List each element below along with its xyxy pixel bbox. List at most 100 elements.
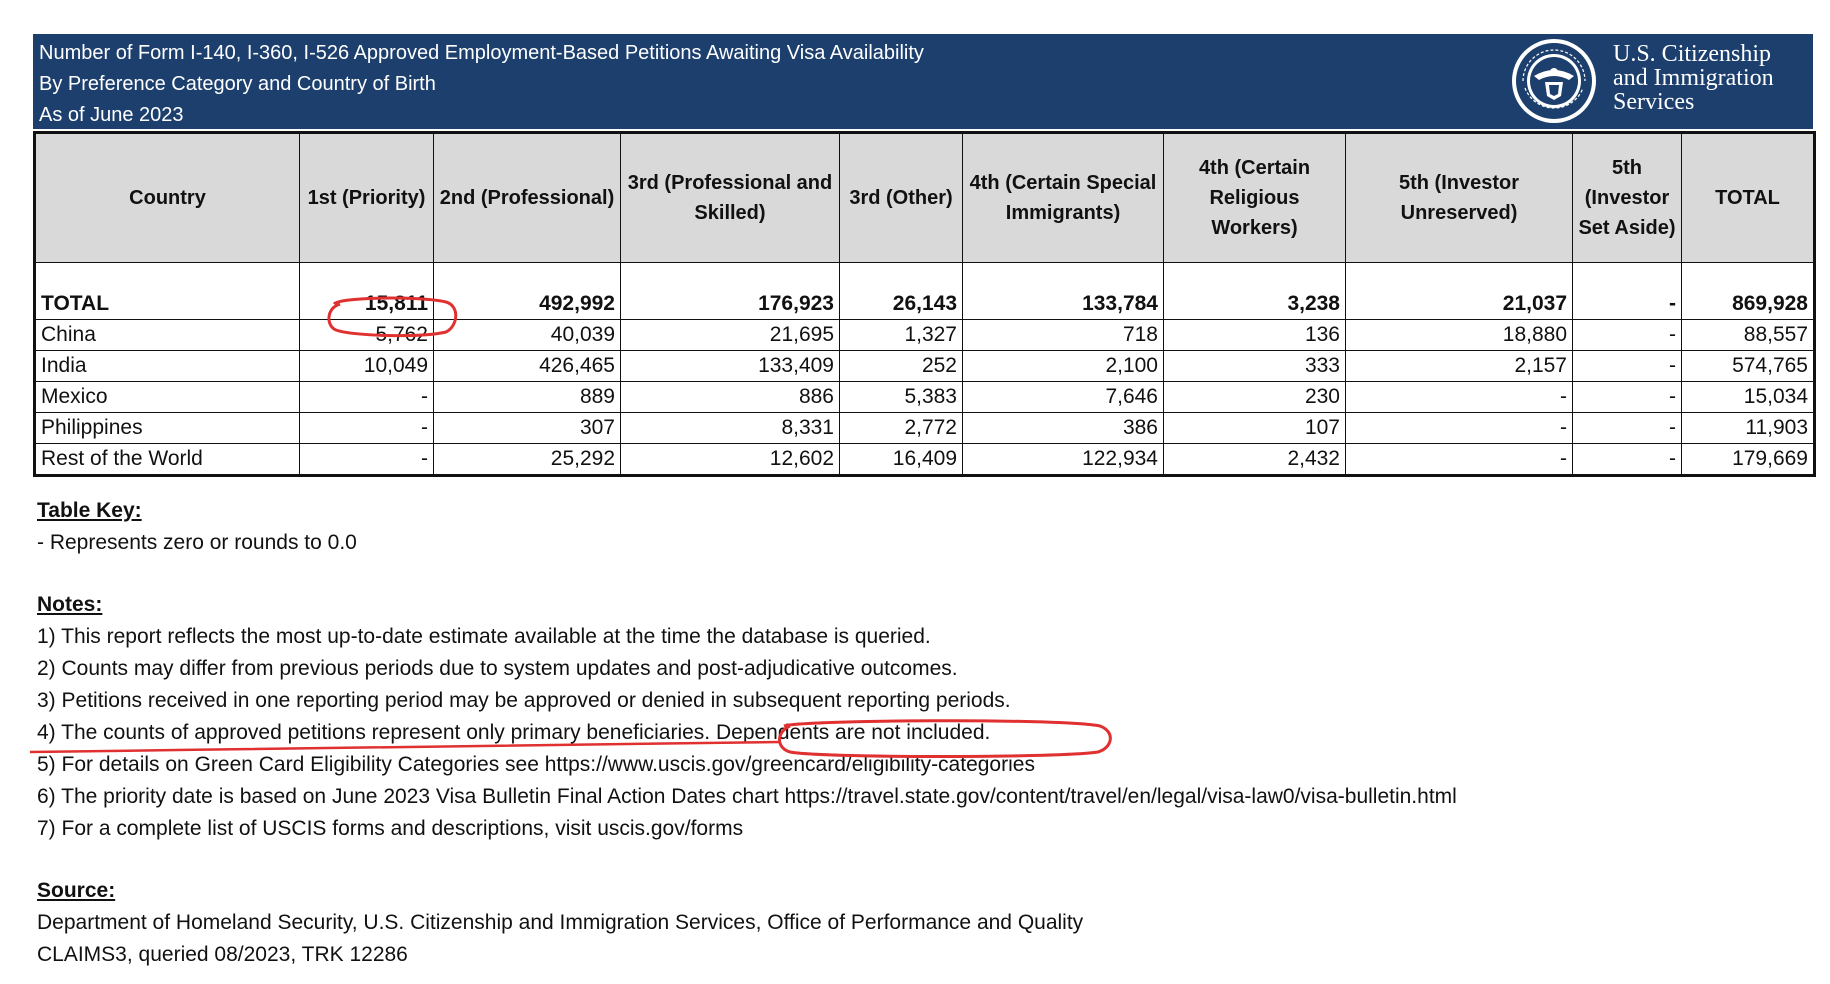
col-header-4th-special-immigrants: 4th (Certain Special Immigrants) xyxy=(962,132,1164,263)
agency-line-3: Services xyxy=(1613,89,1695,115)
table-cell: 574,765 xyxy=(1681,350,1815,382)
document-page: Number of Form I-140, I-360, I-526 Appro… xyxy=(0,0,1830,984)
note-item: 6) The priority date is based on June 20… xyxy=(37,785,1457,808)
dhs-seal-icon xyxy=(1512,39,1596,123)
table-cell: 25,292 xyxy=(433,443,621,476)
table-cell: 133,784 xyxy=(962,262,1164,320)
table-cell: - xyxy=(1572,412,1682,444)
table-cell: 426,465 xyxy=(433,350,621,382)
table-cell: - xyxy=(1345,443,1573,476)
table-cell: 889 xyxy=(433,381,621,413)
footnotes-section: Table Key: - Represents zero or rounds t… xyxy=(37,495,1457,971)
table-cell: 2,100 xyxy=(962,350,1164,382)
table-cell: 3,238 xyxy=(1163,262,1346,320)
report-date: As of June 2023 xyxy=(39,104,184,126)
table-cell: 886 xyxy=(620,381,840,413)
table-cell: 26,143 xyxy=(839,262,963,320)
table-cell: 10,049 xyxy=(299,350,434,382)
table-cell: TOTAL xyxy=(34,262,300,320)
col-header-4th-religious-workers: 4th (Certain Religious Workers) xyxy=(1163,132,1346,263)
table-cell: 15,811 xyxy=(299,262,434,320)
source-line: CLAIMS3, queried 08/2023, TRK 12286 xyxy=(37,943,408,966)
note-item: 7) For a complete list of USCIS forms an… xyxy=(37,817,744,840)
table-cell: Mexico xyxy=(34,381,300,413)
source-line: Department of Homeland Security, U.S. Ci… xyxy=(37,911,1084,934)
table-cell: 11,903 xyxy=(1681,412,1815,444)
source-heading: Source: xyxy=(37,879,116,902)
agency-line-2: and Immigration xyxy=(1613,65,1774,91)
table-cell: 869,928 xyxy=(1681,262,1815,320)
table-row-total: TOTAL 15,811 492,992 176,923 26,143 133,… xyxy=(34,262,1815,320)
col-header-total: TOTAL xyxy=(1681,132,1815,263)
table-cell: 333 xyxy=(1163,350,1346,382)
table-cell: 718 xyxy=(962,319,1164,351)
petitions-table-container: Country 1st (Priority) 2nd (Professional… xyxy=(33,131,1816,477)
report-subtitle: By Preference Category and Country of Bi… xyxy=(39,73,436,95)
col-header-2nd-professional: 2nd (Professional) xyxy=(433,132,621,263)
table-cell: 122,934 xyxy=(962,443,1164,476)
table-cell: 18,880 xyxy=(1345,319,1573,351)
table-cell: 21,037 xyxy=(1345,262,1573,320)
table-cell: - xyxy=(299,412,434,444)
table-cell: 2,432 xyxy=(1163,443,1346,476)
table-cell: 2,157 xyxy=(1345,350,1573,382)
note-item-highlighted: 4) The counts of approved petitions repr… xyxy=(37,721,991,744)
table-cell: 252 xyxy=(839,350,963,382)
table-cell: - xyxy=(1345,381,1573,413)
note-item: 5) For details on Green Card Eligibility… xyxy=(37,753,1035,776)
table-cell: 307 xyxy=(433,412,621,444)
report-titles: Number of Form I-140, I-360, I-526 Appro… xyxy=(39,38,924,131)
table-cell: - xyxy=(299,381,434,413)
table-row-mexico: Mexico - 889 886 5,383 7,646 230 - - 15,… xyxy=(34,381,1815,413)
table-cell: 492,992 xyxy=(433,262,621,320)
table-cell: - xyxy=(1572,350,1682,382)
col-header-1st-priority: 1st (Priority) xyxy=(299,132,434,263)
table-cell: 40,039 xyxy=(433,319,621,351)
table-cell: 133,409 xyxy=(620,350,840,382)
table-cell: - xyxy=(299,443,434,476)
table-cell: India xyxy=(34,350,300,382)
table-cell: 1,327 xyxy=(839,319,963,351)
table-cell: 15,034 xyxy=(1681,381,1815,413)
table-cell: 16,409 xyxy=(839,443,963,476)
table-cell: 12,602 xyxy=(620,443,840,476)
table-cell: China xyxy=(34,319,300,351)
table-cell: 107 xyxy=(1163,412,1346,444)
table-cell: 176,923 xyxy=(620,262,840,320)
table-cell: - xyxy=(1345,412,1573,444)
table-cell: 21,695 xyxy=(620,319,840,351)
table-cell: Philippines xyxy=(34,412,300,444)
table-cell: 179,669 xyxy=(1681,443,1815,476)
report-header-banner: Number of Form I-140, I-360, I-526 Appro… xyxy=(33,34,1813,129)
petitions-table: Country 1st (Priority) 2nd (Professional… xyxy=(33,131,1816,477)
col-header-5th-investor-unreserved: 5th (Investor Unreserved) xyxy=(1345,132,1573,263)
col-header-country: Country xyxy=(34,132,300,263)
table-row-india: India 10,049 426,465 133,409 252 2,100 3… xyxy=(34,350,1815,382)
table-cell: - xyxy=(1572,262,1682,320)
col-header-3rd-other: 3rd (Other) xyxy=(839,132,963,263)
table-cell: 7,646 xyxy=(962,381,1164,413)
note-item: 3) Petitions received in one reporting p… xyxy=(37,689,1011,712)
table-cell: 5,383 xyxy=(839,381,963,413)
agency-name: U.S. Citizenship and Immigration Service… xyxy=(1613,42,1774,114)
note-item: 1) This report reflects the most up-to-d… xyxy=(37,625,931,648)
table-cell: 230 xyxy=(1163,381,1346,413)
table-cell-highlighted: 5,762 xyxy=(299,319,434,351)
table-cell: - xyxy=(1572,443,1682,476)
col-header-3rd-professional-skilled: 3rd (Professional and Skilled) xyxy=(620,132,840,263)
note-item: 2) Counts may differ from previous perio… xyxy=(37,657,958,680)
report-title: Number of Form I-140, I-360, I-526 Appro… xyxy=(39,42,924,64)
table-cell: 2,772 xyxy=(839,412,963,444)
notes-heading: Notes: xyxy=(37,593,103,616)
col-header-5th-investor-set-aside: 5th (Investor Set Aside) xyxy=(1572,132,1682,263)
table-key-line: - Represents zero or rounds to 0.0 xyxy=(37,531,357,554)
table-key-heading: Table Key: xyxy=(37,499,142,522)
table-cell: 136 xyxy=(1163,319,1346,351)
table-cell: 88,557 xyxy=(1681,319,1815,351)
table-header-row: Country 1st (Priority) 2nd (Professional… xyxy=(34,132,1815,263)
table-cell: Rest of the World xyxy=(34,443,300,476)
table-cell: 386 xyxy=(962,412,1164,444)
table-cell: - xyxy=(1572,319,1682,351)
